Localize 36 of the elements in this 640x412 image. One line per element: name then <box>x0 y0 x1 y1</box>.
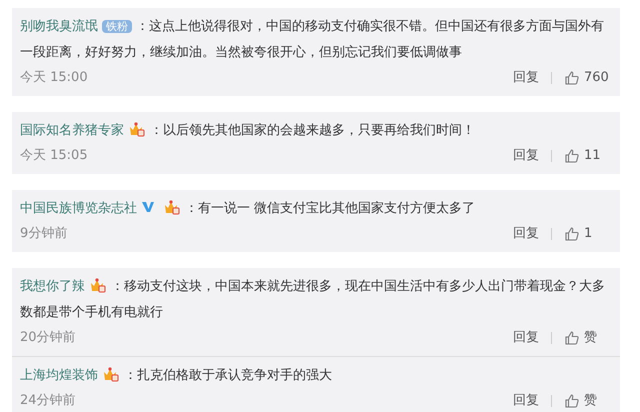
crown-icon <box>102 366 120 382</box>
username-link[interactable]: 上海均煌装饰 <box>20 368 98 383</box>
thumbs-up-icon <box>564 70 580 86</box>
username-link[interactable]: 我想你了辣 <box>20 279 85 294</box>
username-link[interactable]: 别吻我臭流氓 <box>20 19 98 34</box>
comment-time: 今天 15:00 <box>20 69 88 87</box>
username-link[interactable]: 国际知名养猪专家 <box>20 123 124 138</box>
thumbs-up-icon <box>564 393 580 409</box>
reply-button[interactable]: 回复 <box>513 66 539 90</box>
comment-time: 24分钟前 <box>20 392 76 410</box>
crown-icon <box>89 277 107 293</box>
comment-text: 上海均煌装饰 ：扎克伯格敢于承认竞争对手的强大 <box>20 365 333 385</box>
like-button[interactable]: 赞 <box>564 389 612 412</box>
comment-text: 中国民族博览杂志社 ：有一说一 微信支付宝比其他国家支付方便太多了 <box>20 198 476 218</box>
thumbs-up-icon <box>564 226 580 242</box>
comment-text: 国际知名养猪专家 ：以后领先其他国家的会越来越多，只要再给我们时间！ <box>20 120 476 140</box>
thumbs-up-icon <box>564 148 580 164</box>
thumbs-up-icon <box>564 330 580 346</box>
comment-time: 9分钟前 <box>20 225 68 243</box>
comment-text: 别吻我臭流氓 铁粉 ：这点上他说得很对，中国的移动支付确实很不错。但中国还有很多方面与国外有一段距离，好好努力，继续加油。当然被夸很开心，但别忘记我们要低调做事 <box>20 18 605 62</box>
reply-button[interactable]: 回复 <box>513 326 539 350</box>
reply-button[interactable]: 回复 <box>513 144 539 168</box>
like-button[interactable]: 11 <box>564 144 612 168</box>
like-button[interactable]: 赞 <box>564 326 612 350</box>
reply-button[interactable]: 回复 <box>513 389 539 412</box>
fan-badge: 铁粉 <box>102 20 132 33</box>
comment-time: 20分钟前 <box>20 329 76 347</box>
crown-icon <box>128 121 146 137</box>
like-button[interactable]: 1 <box>564 222 612 246</box>
crown-icon <box>163 199 181 215</box>
reply-button[interactable]: 回复 <box>513 222 539 246</box>
verified-icon <box>141 200 155 214</box>
comment-time: 今天 15:05 <box>20 147 88 165</box>
like-button[interactable]: 760 <box>564 66 612 90</box>
comment-text: 我想你了辣 ：移动支付这块，中国本来就先进很多，现在中国生活中有多少人出门带着现金？大多数都是带个手机有电就行 <box>20 276 606 322</box>
username-link[interactable]: 中国民族博览杂志社 <box>20 201 137 216</box>
